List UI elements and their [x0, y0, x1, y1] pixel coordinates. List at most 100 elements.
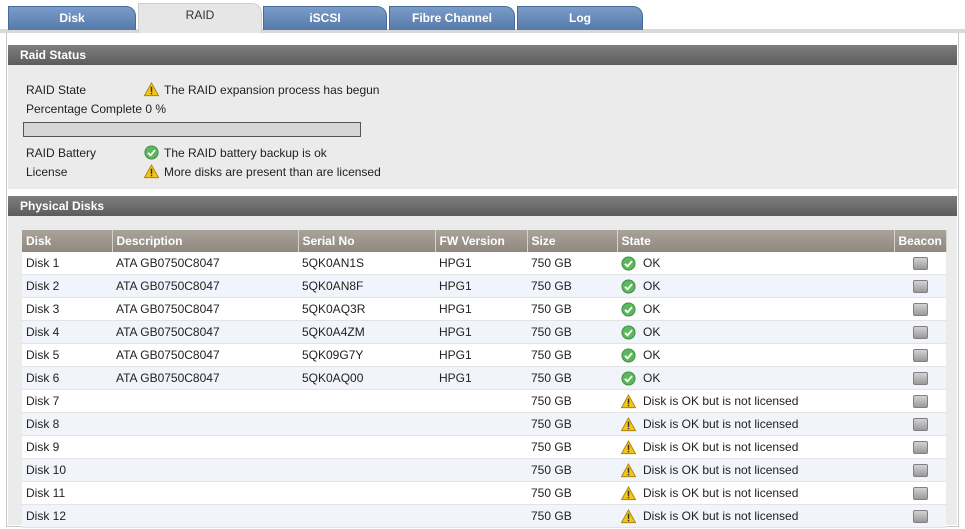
percentage-complete-label: Percentage Complete 0 % [26, 102, 167, 116]
cell-serial [298, 504, 435, 528]
table-row[interactable]: Disk 1 ATA GB0750C8047 5QK0AN1S HPG1 750 GB O… [22, 252, 947, 275]
cell-size: 750 GB [527, 504, 617, 528]
cell-serial [298, 458, 435, 482]
cell-size: 750 GB [527, 412, 617, 436]
beacon-toggle-button[interactable] [912, 510, 928, 524]
license-label: License [26, 165, 68, 179]
beacon-toggle-button[interactable] [912, 303, 928, 317]
beacon-toggle-button[interactable] [912, 257, 928, 271]
cell-size: 750 GB [527, 366, 617, 390]
cell-beacon [894, 458, 947, 482]
cell-size: 750 GB [527, 320, 617, 344]
warning-icon [621, 417, 636, 432]
cell-fw-version [435, 481, 527, 505]
beacon-toggle-button[interactable] [912, 441, 928, 455]
beacon-toggle-button[interactable] [912, 418, 928, 432]
beacon-toggle-button[interactable] [912, 487, 928, 501]
warning-icon [144, 82, 159, 97]
cell-fw-version: HPG1 [435, 252, 527, 275]
cell-serial: 5QK0AQ3R [298, 297, 435, 321]
table-row[interactable]: Disk 7 750 GB Disk is OK but is not licens… [22, 389, 947, 413]
table-row[interactable]: Disk 3 ATA GB0750C8047 5QK0AQ3R HPG1 750 GB O… [22, 297, 947, 321]
cell-description [112, 481, 298, 505]
column-header-size[interactable]: Size [527, 230, 618, 252]
state-text: Disk is OK but is not licensed [643, 509, 799, 523]
table-row[interactable]: Disk 2 ATA GB0750C8047 5QK0AN8F HPG1 750 GB O… [22, 274, 947, 298]
cell-state: OK [617, 252, 894, 275]
beacon-toggle-button[interactable] [912, 372, 928, 386]
state-text: Disk is OK but is not licensed [643, 486, 799, 500]
raid-state-text: The RAID expansion process has begun [164, 83, 380, 97]
column-header-beacon[interactable]: Beacon [894, 230, 947, 252]
table-row[interactable]: Disk 9 750 GB Disk is OK but is not licens… [22, 435, 947, 459]
cell-description: ATA GB0750C8047 [112, 366, 298, 390]
physical-disks-title: Physical Disks [20, 199, 105, 213]
cell-beacon [894, 504, 947, 528]
cell-size: 750 GB [527, 458, 617, 482]
cell-serial [298, 412, 435, 436]
column-header-disk[interactable]: Disk [22, 230, 113, 252]
cell-beacon [894, 412, 947, 436]
cell-beacon [894, 435, 947, 459]
cell-description [112, 504, 298, 528]
tab-iscsi[interactable]: iSCSI [263, 6, 387, 30]
table-row[interactable]: Disk 8 750 GB Disk is OK but is not licens… [22, 412, 947, 436]
cell-fw-version [435, 389, 527, 413]
beacon-toggle-button[interactable] [912, 349, 928, 363]
cell-description [112, 389, 298, 413]
cell-size: 750 GB [527, 297, 617, 321]
raid-battery-label: RAID Battery [26, 146, 97, 160]
cell-beacon [894, 343, 947, 367]
cell-size: 750 GB [527, 389, 617, 413]
state-text: OK [643, 371, 661, 385]
table-row[interactable]: Disk 4 ATA GB0750C8047 5QK0A4ZM HPG1 750 GB O… [22, 320, 947, 344]
table-row[interactable]: Disk 11 750 GB Disk is OK but is not licen… [22, 481, 947, 505]
cell-state: OK [617, 366, 894, 390]
cell-size: 750 GB [527, 343, 617, 367]
warning-icon [621, 509, 636, 524]
table-row[interactable]: Disk 6 ATA GB0750C8047 5QK0AQ00 HPG1 750 GB O… [22, 366, 947, 390]
tab-log[interactable]: Log [517, 6, 643, 30]
cell-fw-version [435, 504, 527, 528]
cell-beacon [894, 274, 947, 298]
column-header-description[interactable]: Description [112, 230, 299, 252]
tab-raid[interactable]: RAID [138, 3, 262, 33]
cell-beacon [894, 252, 947, 275]
state-text: OK [643, 279, 661, 293]
warning-icon [144, 164, 159, 179]
warning-icon [621, 486, 636, 501]
table-row[interactable]: Disk 12 750 GB Disk is OK but is not licen… [22, 504, 947, 528]
tab-fibre-channel[interactable]: Fibre Channel [389, 6, 515, 30]
ok-check-icon [621, 371, 636, 386]
cell-serial: 5QK09G7Y [298, 343, 435, 367]
cell-description: ATA GB0750C8047 [112, 297, 298, 321]
column-header-fw-version[interactable]: FW Version [435, 230, 528, 252]
column-header-serial[interactable]: Serial No [298, 230, 436, 252]
ok-check-icon [621, 279, 636, 294]
cell-fw-version: HPG1 [435, 343, 527, 367]
cell-disk: Disk 7 [22, 389, 112, 413]
beacon-toggle-button[interactable] [912, 395, 928, 409]
tab-disk[interactable]: Disk [8, 6, 136, 30]
cell-description: ATA GB0750C8047 [112, 252, 298, 275]
column-header-state[interactable]: State [617, 230, 895, 252]
cell-serial: 5QK0AN1S [298, 252, 435, 275]
cell-fw-version: HPG1 [435, 297, 527, 321]
state-text: OK [643, 348, 661, 362]
cell-disk: Disk 4 [22, 320, 112, 344]
cell-disk: Disk 9 [22, 435, 112, 459]
state-text: Disk is OK but is not licensed [643, 417, 799, 431]
beacon-toggle-button[interactable] [912, 464, 928, 478]
table-row[interactable]: Disk 5 ATA GB0750C8047 5QK09G7Y HPG1 750 GB O… [22, 343, 947, 367]
cell-beacon [894, 389, 947, 413]
beacon-toggle-button[interactable] [912, 326, 928, 340]
cell-state: Disk is OK but is not licensed [617, 435, 894, 459]
table-row[interactable]: Disk 10 750 GB Disk is OK but is not licen… [22, 458, 947, 482]
cell-serial [298, 435, 435, 459]
cell-fw-version [435, 458, 527, 482]
beacon-toggle-button[interactable] [912, 280, 928, 294]
cell-fw-version: HPG1 [435, 320, 527, 344]
license-text: More disks are present than are licensed [164, 165, 381, 179]
warning-icon [621, 463, 636, 478]
cell-state: OK [617, 274, 894, 298]
